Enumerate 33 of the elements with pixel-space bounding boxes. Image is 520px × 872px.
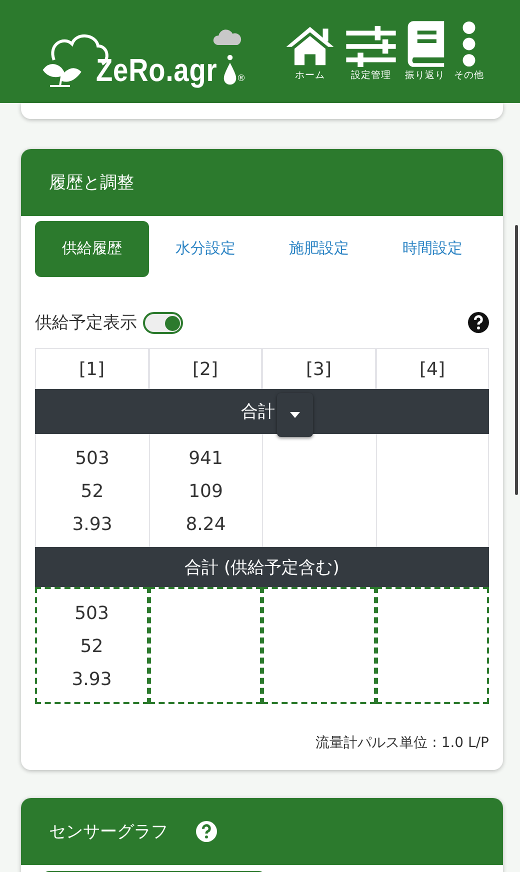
dropdown-button[interactable] — [277, 392, 313, 436]
cell-value: 941 — [188, 447, 223, 471]
toggle-label: 供給予定表示 — [35, 312, 137, 334]
cloud-icon — [212, 28, 242, 46]
pulse-unit-text: 流量計パルス単位 : 1.0 L/P — [316, 735, 489, 751]
cell-value: 8.24 — [186, 513, 226, 537]
cell-value: 109 — [188, 480, 223, 504]
card-title: 履歴と調整 — [49, 172, 134, 194]
cell-value: 52 — [80, 480, 104, 504]
sliders-icon — [346, 25, 396, 67]
tab[interactable]: 施肥設定 — [262, 220, 376, 276]
help-icon[interactable] — [468, 312, 489, 333]
nav-button[interactable]: 振り返り — [404, 21, 446, 82]
nav-button[interactable]: ホーム — [282, 25, 338, 82]
cell-value: 52 — [80, 635, 104, 659]
toggle-switch[interactable] — [143, 312, 183, 334]
registered-mark: ® — [236, 74, 246, 84]
section-title: 合計 — [241, 401, 275, 423]
section-title: 合計 (供給予定含む) — [184, 556, 340, 578]
cell-value: 503 — [74, 602, 109, 626]
cell-value: 503 — [75, 447, 110, 471]
caret-icon — [290, 412, 300, 418]
card-title: センサーグラフ — [49, 821, 168, 843]
cell-value: 3.93 — [72, 668, 112, 692]
more-icon — [462, 21, 476, 67]
tab[interactable]: 時間設定 — [376, 220, 489, 276]
cell-value: 3.93 — [72, 513, 112, 537]
nav-button[interactable]: 設定管理 — [346, 25, 396, 82]
nav-button[interactable]: その他 — [454, 21, 484, 82]
logo-text: ZeRo.agr — [96, 54, 218, 90]
scrollbar[interactable] — [515, 225, 518, 495]
tab[interactable]: 水分設定 — [148, 220, 262, 276]
tab[interactable]: 供給履歴 — [35, 220, 148, 276]
